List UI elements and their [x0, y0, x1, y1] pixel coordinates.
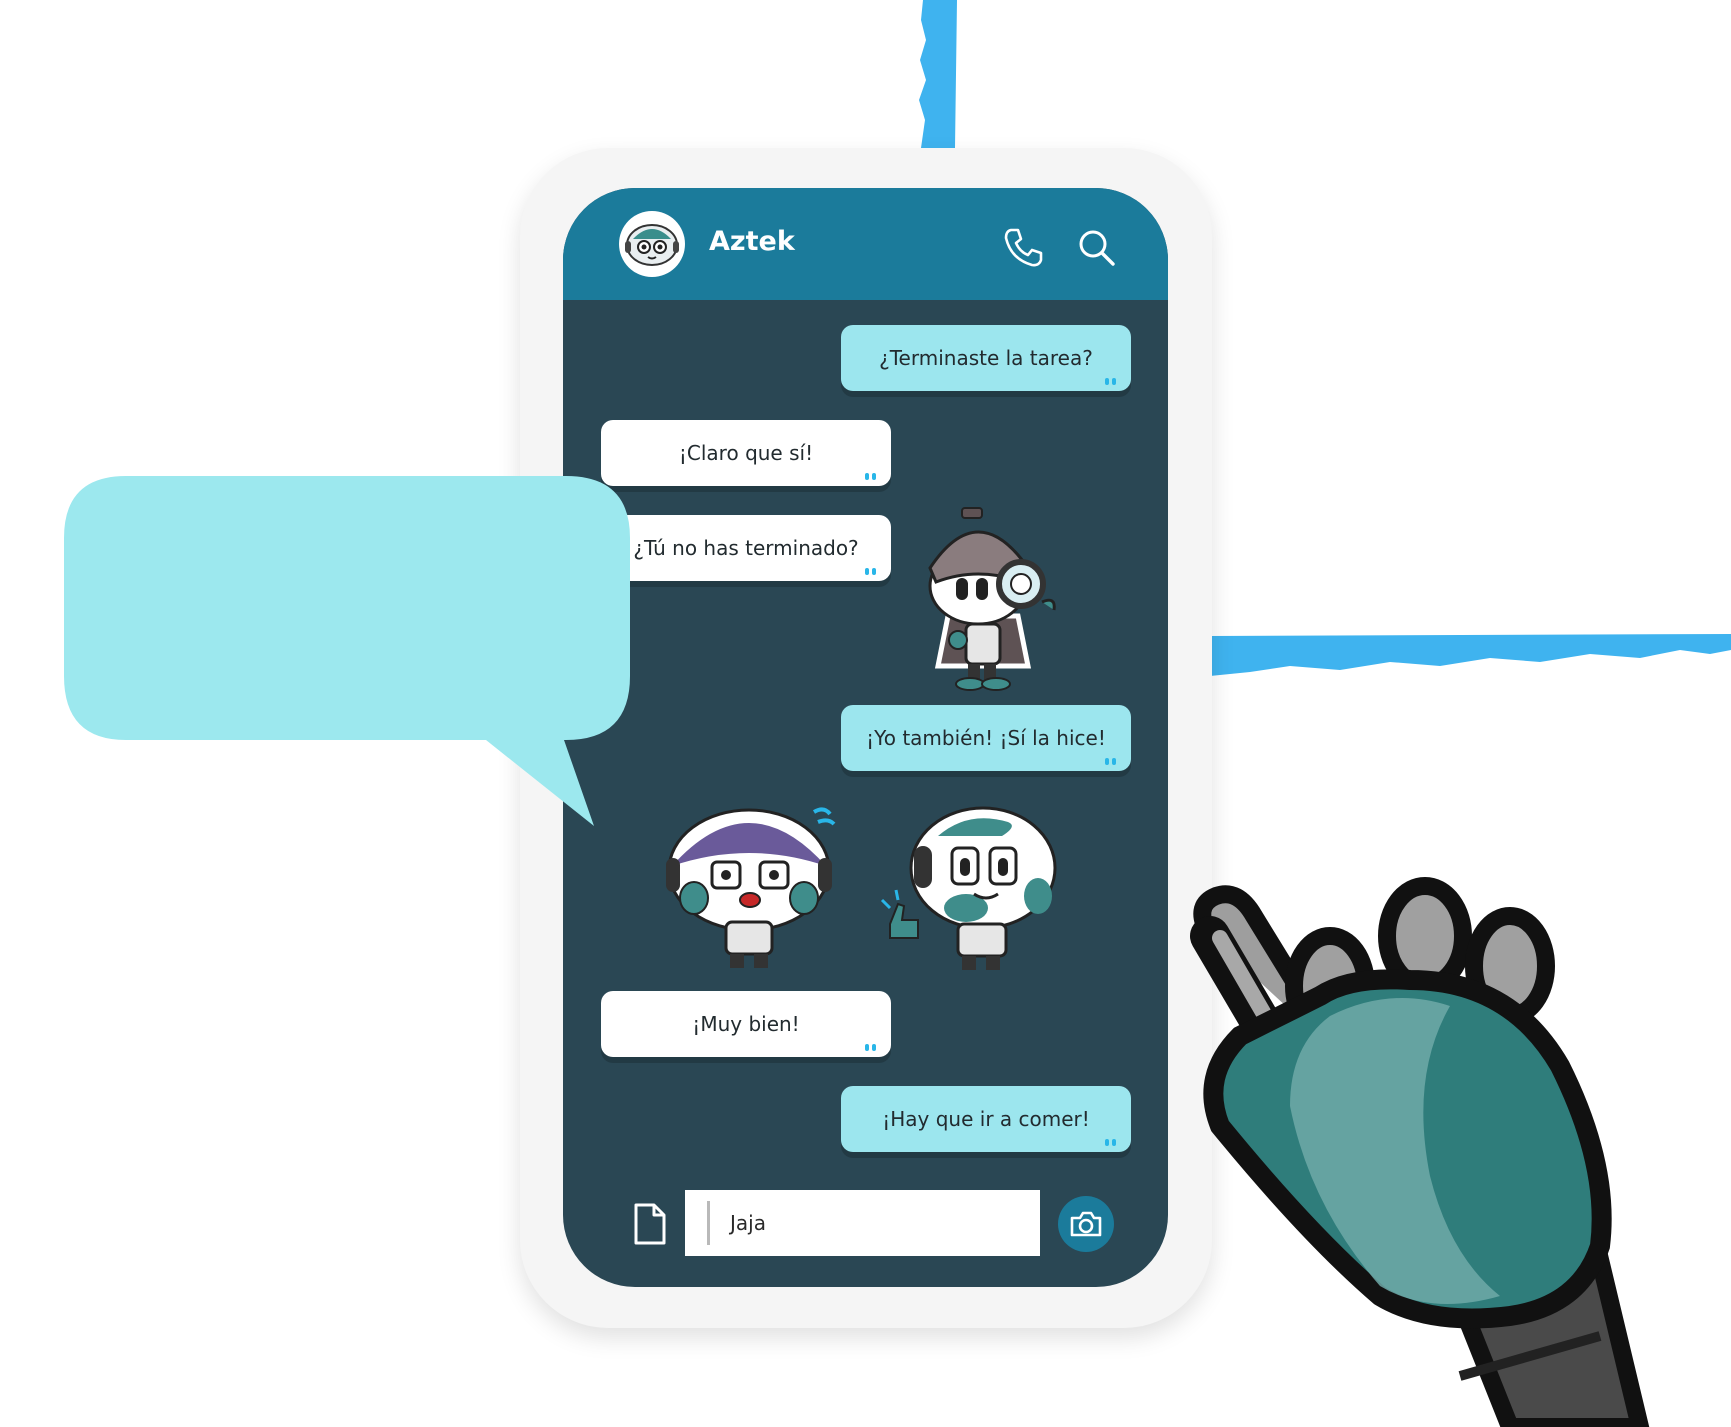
double-tick-icon [865, 568, 876, 575]
message-text: ¿Tú no has terminado? [633, 536, 859, 560]
double-tick-icon [1105, 1139, 1116, 1146]
message-bubble-received[interactable]: ¡Muy bien! [601, 991, 891, 1057]
double-tick-icon [865, 473, 876, 480]
thumbs-up-robot-sticker[interactable] [878, 796, 1058, 976]
message-text: ¿Terminaste la tarea? [879, 346, 1093, 370]
message-bubble-sent[interactable]: ¡Yo también! ¡Sí la hice! [841, 705, 1131, 771]
message-bubble-sent[interactable]: ¿Terminaste la tarea? [841, 325, 1131, 391]
camera-icon [1070, 1211, 1102, 1237]
message-text: ¡Hay que ir a comer! [882, 1107, 1090, 1131]
camera-button[interactable] [1058, 1196, 1114, 1252]
shocked-robot-sticker[interactable] [664, 800, 844, 970]
search-icon[interactable] [1075, 226, 1117, 268]
speech-balloon [64, 476, 630, 826]
message-input-value: Jaja [730, 1211, 766, 1235]
robot-avatar-icon [625, 224, 679, 266]
message-input[interactable]: Jaja [685, 1190, 1040, 1256]
message-bubble-sent[interactable]: ¡Hay que ir a comer! [841, 1086, 1131, 1152]
message-text: ¡Claro que sí! [678, 441, 814, 465]
chat-header: Aztek [563, 188, 1168, 300]
robot-hand [1190, 877, 1650, 1427]
message-text: ¡Yo también! ¡Sí la hice! [866, 726, 1106, 750]
message-text: ¡Muy bien! [692, 1012, 800, 1036]
blue-crayon-line-vertical [919, 0, 957, 148]
double-tick-icon [865, 1044, 876, 1051]
contact-avatar[interactable] [619, 211, 685, 277]
file-icon[interactable] [632, 1203, 668, 1245]
message-bubble-received[interactable]: ¡Claro que sí! [601, 420, 891, 486]
detective-robot-sticker[interactable] [918, 506, 1068, 691]
message-bubble-received[interactable]: ¿Tú no has terminado? [601, 515, 891, 581]
contact-name: Aztek [709, 226, 795, 257]
double-tick-icon [1105, 378, 1116, 385]
double-tick-icon [1105, 758, 1116, 765]
blue-crayon-line-horizontal [1210, 634, 1731, 676]
chat-screen: Aztek ¿Terminaste la tarea? ¡Claro que s… [563, 188, 1168, 1287]
text-cursor [707, 1201, 710, 1245]
phone-icon[interactable] [1003, 226, 1045, 268]
